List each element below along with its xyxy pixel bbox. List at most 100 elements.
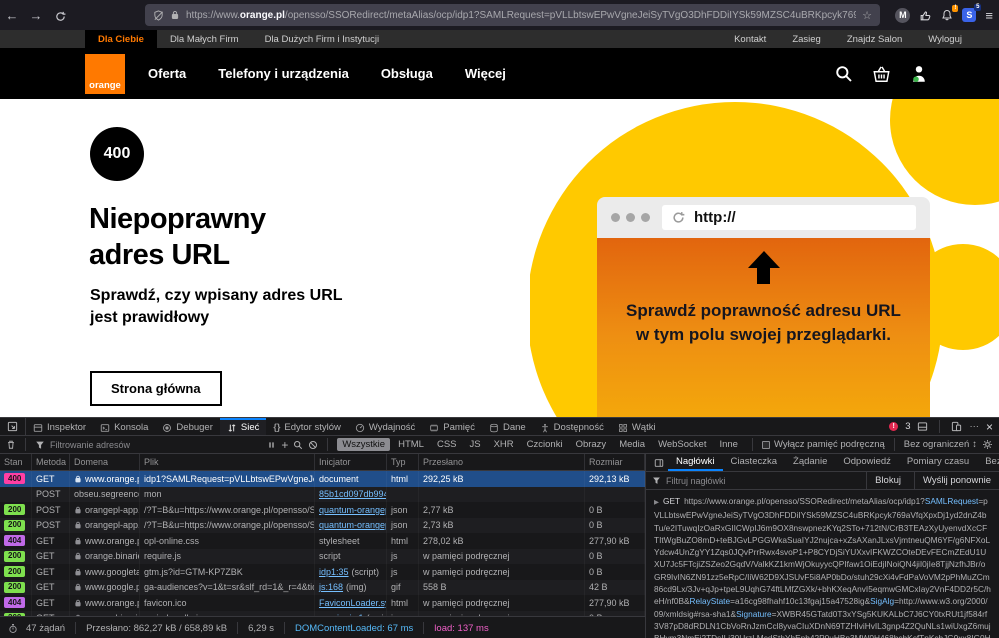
devtools-tab-konsola[interactable]: Konsola bbox=[93, 418, 155, 435]
devtools-tab-dost-pno[interactable]: Dostępność bbox=[533, 418, 611, 435]
url-bar[interactable]: https://www.orange.pl/opensso/SSORedirec… bbox=[145, 4, 880, 26]
account-icon[interactable] bbox=[909, 64, 929, 84]
site-topbar-link-znajdz-salon[interactable]: Znajdz Salon bbox=[847, 34, 902, 45]
type-filter-media[interactable]: Media bbox=[614, 438, 650, 451]
devtools-tab-wydajno[interactable]: Wydajność bbox=[348, 418, 422, 435]
resend-button[interactable]: Wyślij ponownie bbox=[914, 472, 999, 489]
back-button[interactable]: ← bbox=[0, 8, 24, 23]
column-header-plik[interactable]: Plik bbox=[140, 454, 315, 470]
error-count-icon[interactable]: ! bbox=[889, 422, 898, 431]
basket-icon[interactable] bbox=[871, 64, 892, 84]
type-filter-wszystkie[interactable]: Wszystkie bbox=[337, 438, 390, 451]
split-console-icon[interactable] bbox=[917, 421, 928, 432]
network-request-row[interactable]: 400 GET www.orange.pl idp1?SAMLRequest=p… bbox=[0, 471, 645, 487]
column-header-rozmiar[interactable]: Rozmiar bbox=[585, 454, 645, 470]
block-button[interactable]: Blokuj bbox=[866, 472, 909, 489]
type-filter-czcionki[interactable]: Czcionki bbox=[522, 438, 568, 451]
site-topbar-link-kontakt[interactable]: Kontakt bbox=[734, 34, 766, 45]
nav-item-obs-uga[interactable]: Obsługa bbox=[381, 66, 433, 81]
search-requests-icon[interactable] bbox=[293, 440, 303, 450]
tracking-protection-shield-icon[interactable] bbox=[153, 10, 164, 21]
details-tab-pomiary-czasu[interactable]: Pomiary czasu bbox=[899, 454, 977, 471]
devtools-tab-w-tki[interactable]: Wątki bbox=[611, 418, 663, 435]
network-request-row[interactable]: 200 GET www.google.pl ga-audiences?v=1&t… bbox=[0, 580, 645, 596]
site-topbar-link-zasieg[interactable]: Zasieg bbox=[792, 34, 821, 45]
details-tab-odpowied[interactable]: Odpowiedź bbox=[835, 454, 899, 471]
bell-extension-icon[interactable]: ! bbox=[941, 9, 953, 21]
column-header-inicjator[interactable]: Inicjator bbox=[315, 454, 387, 470]
hand-extension-icon[interactable] bbox=[919, 9, 932, 22]
devtools-tab-inspektor[interactable]: Inspektor bbox=[26, 418, 93, 435]
nav-item-telefony-i-urz-dzenia[interactable]: Telefony i urządzenia bbox=[218, 66, 349, 81]
headers-filter-input[interactable] bbox=[666, 476, 861, 486]
details-panel-icon[interactable] bbox=[650, 454, 668, 471]
throttling-dropdown[interactable]: Bez ograniczeń ↕ bbox=[904, 439, 977, 450]
load-time[interactable]: load: 137 ms bbox=[434, 623, 488, 634]
column-header-typ[interactable]: Typ bbox=[387, 454, 419, 470]
devtools-tab-dane[interactable]: Dane bbox=[482, 418, 533, 435]
home-button[interactable]: Strona główna bbox=[90, 371, 222, 406]
shield-extension-icon[interactable]: S5 bbox=[962, 8, 976, 22]
m-extension-icon[interactable]: M bbox=[895, 8, 910, 23]
network-filter-input[interactable] bbox=[50, 440, 262, 450]
network-request-row[interactable]: 200 GET orange.binaries.pl require.js sc… bbox=[0, 549, 645, 565]
disable-cache-checkbox[interactable] bbox=[762, 441, 770, 449]
devtools-tab-pami[interactable]: Pamięć bbox=[422, 418, 482, 435]
site-topbar-link-wyloguj[interactable]: Wyloguj bbox=[928, 34, 962, 45]
network-request-row[interactable]: 404 GET www.orange.pl opl-online.css sty… bbox=[0, 533, 645, 549]
initiator-link[interactable]: quantum-orangepl.js:... bbox=[319, 520, 387, 530]
type-filter-css[interactable]: CSS bbox=[432, 438, 462, 451]
search-icon[interactable] bbox=[834, 64, 854, 84]
network-request-row[interactable]: 200 POST orangepl-app.qua... /?T=B&u=htt… bbox=[0, 502, 645, 518]
network-request-row[interactable]: 200 GET www.googletagm... gtm.js?id=GTM-… bbox=[0, 564, 645, 580]
reload-button[interactable] bbox=[48, 8, 72, 23]
pause-icon[interactable] bbox=[267, 440, 276, 450]
network-request-row[interactable]: 200 POST orangepl-app.qua... /?T=B&u=htt… bbox=[0, 518, 645, 534]
menu-hamburger-icon[interactable]: ≡ bbox=[985, 8, 993, 23]
initiator-link[interactable]: quantum-orangepl.js:... bbox=[319, 505, 387, 515]
disable-cache-control[interactable]: Wyłącz pamięć podręczną bbox=[762, 439, 885, 450]
type-filter-js[interactable]: JS bbox=[465, 438, 486, 451]
nav-item-oferta[interactable]: Oferta bbox=[148, 66, 186, 81]
initiator-link[interactable]: 85b1cd097db99449de... bbox=[319, 489, 387, 499]
details-tab-bezpiecze-stwo[interactable]: Bezpieczeństwo bbox=[977, 454, 999, 471]
initiator-link[interactable]: FaviconLoader.sys.mjs... bbox=[319, 598, 387, 608]
block-request-icon[interactable] bbox=[308, 440, 318, 450]
site-topbar-tab-dla-du-ych-firm-i-instytucji[interactable]: Dla Dużych Firm i Instytucji bbox=[252, 30, 393, 48]
expand-caret-icon[interactable]: ▶ bbox=[654, 499, 659, 506]
lock-icon[interactable] bbox=[170, 10, 180, 20]
close-devtools-icon[interactable]: × bbox=[986, 420, 993, 434]
initiator-link[interactable]: idp1:35 bbox=[319, 567, 349, 577]
network-request-row[interactable]: POST obseu.segreencolumn... mon 85b1cd09… bbox=[0, 487, 645, 503]
site-topbar-tab-dla-ciebie[interactable]: Dla Ciebie bbox=[85, 30, 157, 48]
column-header-domena[interactable]: Domena bbox=[70, 454, 140, 470]
type-filter-inne[interactable]: Inne bbox=[714, 438, 743, 451]
orange-logo[interactable]: orange bbox=[85, 54, 125, 94]
network-request-row[interactable]: 404 GET www.orange.pl favicon.ico Favico… bbox=[0, 595, 645, 611]
domcontentloaded-time[interactable]: DOMContentLoaded: 67 ms bbox=[295, 623, 413, 634]
initiator-link[interactable]: js:168 bbox=[319, 582, 343, 592]
devtools-tab-debuger[interactable]: Debuger bbox=[155, 418, 219, 435]
nav-item-wi-cej[interactable]: Więcej bbox=[465, 66, 506, 81]
type-filter-xhr[interactable]: XHR bbox=[489, 438, 519, 451]
add-request-icon[interactable]: + bbox=[281, 438, 288, 452]
type-filter-websocket[interactable]: WebSocket bbox=[653, 438, 711, 451]
clear-requests-icon[interactable] bbox=[6, 439, 16, 450]
column-header-przes-ano[interactable]: Przesłano bbox=[419, 454, 585, 470]
column-header-metoda[interactable]: Metoda bbox=[32, 454, 70, 470]
type-filter-obrazy[interactable]: Obrazy bbox=[571, 438, 612, 451]
details-tab-ciasteczka[interactable]: Ciasteczka bbox=[723, 454, 785, 471]
responsive-design-icon[interactable] bbox=[951, 421, 962, 432]
bookmark-star-icon[interactable]: ☆ bbox=[862, 9, 872, 22]
request-headers-content[interactable]: ▶GEThttps://www.orange.pl/opensso/SSORed… bbox=[646, 490, 999, 638]
details-tab-nag-wki[interactable]: Nagłówki bbox=[668, 454, 723, 471]
forward-button[interactable]: → bbox=[24, 8, 48, 23]
column-header-stan[interactable]: Stan bbox=[0, 454, 32, 470]
meatball-menu-icon[interactable]: ··· bbox=[969, 421, 979, 432]
devtools-tab-sie[interactable]: Sieć bbox=[220, 418, 266, 435]
type-filter-html[interactable]: HTML bbox=[393, 438, 429, 451]
site-topbar-tab-dla-ma-ych-firm[interactable]: Dla Małych Firm bbox=[157, 30, 252, 48]
pick-element-button[interactable] bbox=[0, 418, 26, 435]
network-settings-gear-icon[interactable] bbox=[982, 439, 993, 450]
devtools-tab-edytor-styl-w[interactable]: {}Edytor stylów bbox=[266, 418, 348, 435]
